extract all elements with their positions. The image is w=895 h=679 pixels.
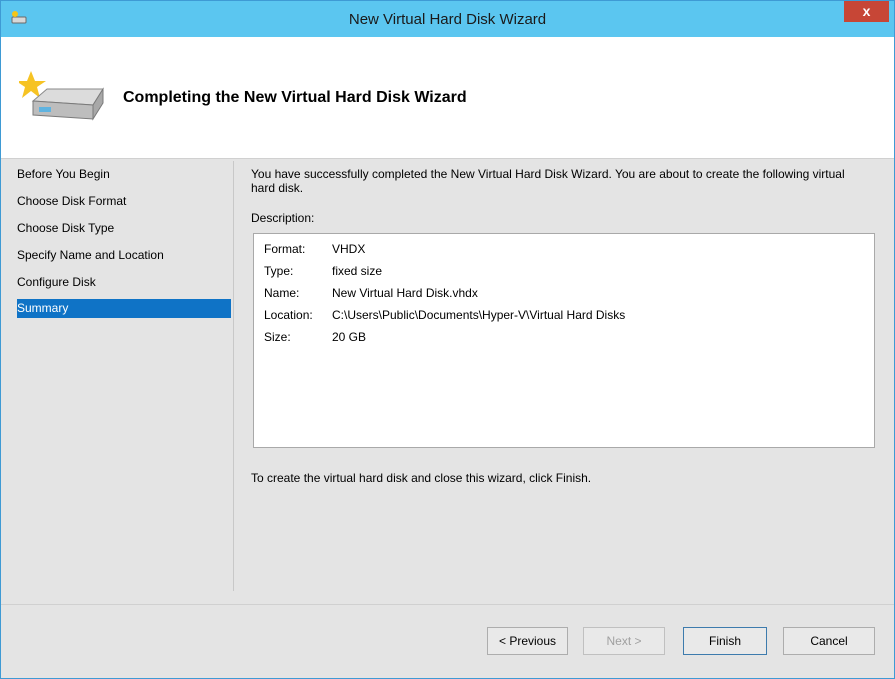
description-value: C:\Users\Public\Documents\Hyper-V\Virtua…: [332, 308, 626, 322]
description-key: Size:: [264, 330, 291, 344]
description-key: Type:: [264, 264, 294, 278]
vertical-divider: [233, 161, 234, 591]
nav-item-choose-disk-format[interactable]: Choose Disk Format: [17, 188, 231, 215]
next-button[interactable]: Next >: [583, 627, 665, 655]
nav-item-label: Before You Begin: [17, 167, 110, 181]
finish-instruction: To create the virtual hard disk and clos…: [251, 471, 592, 485]
close-button[interactable]: x: [844, 1, 889, 22]
wizard-steps: Before You Begin Choose Disk Format Choo…: [17, 161, 231, 318]
finish-button[interactable]: Finish: [683, 627, 767, 655]
description-key: Location:: [264, 308, 313, 322]
intro-text: You have successfully completed the New …: [251, 167, 845, 195]
page-title: Completing the New Virtual Hard Disk Wiz…: [123, 89, 467, 106]
description-box[interactable]: Format: VHDX Type: fixed size Name: New …: [253, 233, 875, 448]
new-disk-icon: [19, 71, 104, 121]
wizard-header: Completing the New Virtual Hard Disk Wiz…: [1, 37, 894, 159]
nav-item-summary[interactable]: Summary: [17, 299, 231, 318]
description-value: fixed size: [332, 264, 383, 278]
previous-button[interactable]: < Previous: [487, 627, 568, 655]
nav-item-label: Summary: [17, 301, 69, 315]
nav-item-label: Choose Disk Format: [17, 194, 127, 208]
nav-item-choose-disk-type[interactable]: Choose Disk Type: [17, 215, 231, 242]
nav-item-configure-disk[interactable]: Configure Disk: [17, 269, 231, 296]
nav-item-before-you-begin[interactable]: Before You Begin: [17, 161, 231, 188]
description-key: Format:: [264, 242, 306, 256]
description-label: Description:: [251, 211, 315, 225]
nav-item-label: Configure Disk: [17, 275, 96, 289]
nav-item-label: Specify Name and Location: [17, 248, 164, 262]
description-value: New Virtual Hard Disk.vhdx: [332, 286, 478, 300]
window-title: New Virtual Hard Disk Wizard: [348, 11, 547, 28]
description-value: VHDX: [332, 242, 366, 256]
title-bar[interactable]: New Virtual Hard Disk Wizard x: [1, 1, 894, 37]
wizard-window: New Virtual Hard Disk Wizard x Completin…: [0, 0, 895, 679]
footer-divider: [1, 604, 894, 605]
nav-item-label: Choose Disk Type: [17, 221, 115, 235]
description-value: 20 GB: [332, 330, 367, 344]
nav-item-specify-name-location[interactable]: Specify Name and Location: [17, 242, 231, 269]
cancel-button[interactable]: Cancel: [783, 627, 875, 655]
description-key: Name:: [264, 286, 300, 300]
